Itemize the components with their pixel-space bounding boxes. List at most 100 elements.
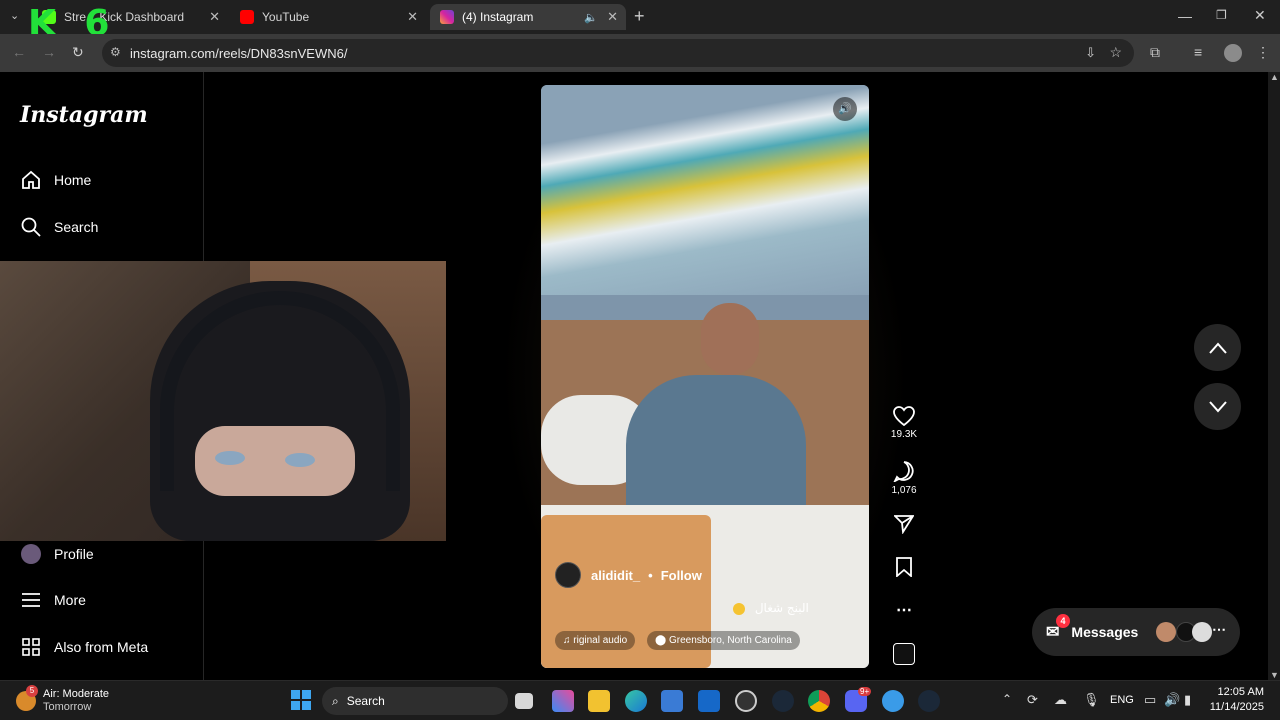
- weather-badge: 5: [26, 685, 38, 697]
- nav-home[interactable]: Home: [20, 168, 91, 192]
- profile-avatar-icon: [20, 544, 42, 564]
- copilot-icon[interactable]: [552, 690, 574, 712]
- nav-label: Profile: [54, 546, 94, 562]
- audio-thumbnail[interactable]: [886, 643, 922, 668]
- edge-icon[interactable]: [625, 690, 647, 712]
- messages-button[interactable]: ✉ 4 Messages ⋯: [1032, 608, 1240, 656]
- tab-title: (4) Instagram: [462, 10, 534, 24]
- nav-label: Search: [54, 219, 99, 235]
- profile-avatar[interactable]: [1224, 44, 1242, 62]
- address-bar[interactable]: ⚙ instagram.com/reels/DN83snVEWN6/ ⇩ ☆: [102, 39, 1134, 67]
- messenger-icon: ✉ 4: [1046, 614, 1070, 642]
- task-view-icon[interactable]: [515, 693, 533, 709]
- scroll-down-icon[interactable]: ▼: [1270, 670, 1279, 680]
- browser-menu-icon[interactable]: ⋮: [1256, 44, 1270, 61]
- clock-time[interactable]: 12:05 AM: [1210, 686, 1264, 698]
- nav-more[interactable]: More: [20, 588, 86, 612]
- chrome-icon[interactable]: [808, 690, 830, 712]
- more-options-action[interactable]: ⋯: [886, 600, 922, 620]
- reel-audio-chip[interactable]: ♫ riginal audio: [555, 631, 636, 650]
- onedrive-icon[interactable]: ☁: [1054, 692, 1067, 708]
- next-reel-button[interactable]: [1194, 383, 1241, 430]
- tray-overflow-icon[interactable]: ⌃: [1002, 692, 1012, 706]
- install-app-icon[interactable]: ⇩: [1085, 45, 1096, 61]
- site-info-icon[interactable]: ⚙: [110, 45, 121, 59]
- window-close-button[interactable]: ✕: [1254, 7, 1266, 24]
- scroll-up-icon[interactable]: ▲: [1270, 72, 1279, 82]
- instagram-logo[interactable]: Instagram: [20, 102, 148, 128]
- author-avatar[interactable]: [555, 562, 581, 588]
- author-username[interactable]: alididit_: [591, 568, 640, 583]
- file-explorer-icon[interactable]: [588, 690, 610, 712]
- like-action[interactable]: 19.3K: [886, 406, 922, 440]
- reel-author-row: alididit_ • Follow: [555, 562, 702, 588]
- new-tab-button[interactable]: +: [634, 6, 645, 27]
- tab-instagram[interactable]: (4) Instagram 🔈 ✕: [430, 4, 626, 30]
- share-action[interactable]: [886, 514, 922, 537]
- obs-icon[interactable]: [735, 690, 757, 712]
- messages-badge: 4: [1056, 614, 1070, 628]
- tab-youtube[interactable]: YouTube ✕: [230, 4, 426, 30]
- steam-icon-secondary[interactable]: [918, 690, 940, 712]
- minimize-button[interactable]: —: [1178, 8, 1192, 24]
- chevron-up-icon: [1208, 341, 1227, 354]
- audio-cover-icon: [893, 643, 915, 665]
- separator-dot: •: [648, 567, 653, 583]
- nav-search[interactable]: Search: [20, 215, 98, 239]
- taskbar-search[interactable]: ⌕ Search: [322, 687, 508, 715]
- nav-label: Home: [54, 172, 92, 188]
- reel-location-chip[interactable]: ⬤ Greensboro, North Carolina: [647, 631, 800, 650]
- language-indicator[interactable]: ENG: [1110, 694, 1134, 706]
- caption-text: البنج شغال: [754, 601, 809, 615]
- location-pin-icon: ⬤: [655, 635, 669, 646]
- discord-badge: 9+: [858, 687, 872, 696]
- nav-profile[interactable]: Profile: [20, 542, 94, 566]
- back-icon[interactable]: ←: [12, 44, 26, 60]
- reel-video[interactable]: 🔊 alididit_ • Follow البنج شغال ♫ rigina…: [541, 85, 869, 668]
- tab-close-icon[interactable]: ✕: [407, 9, 418, 25]
- nav-label: More: [54, 592, 86, 608]
- weather-subtitle: Tomorrow: [43, 701, 92, 713]
- message-avatar: [1156, 622, 1176, 642]
- reload-icon[interactable]: ↻: [72, 44, 84, 61]
- weather-widget[interactable]: 5 Air: Moderate Tomorrow: [16, 685, 136, 715]
- app-icon[interactable]: [882, 690, 904, 712]
- audio-playing-icon[interactable]: 🔈: [584, 11, 598, 24]
- battery-icon[interactable]: ▮: [1184, 692, 1191, 708]
- emoji-icon: [733, 602, 745, 615]
- tab-close-icon[interactable]: ✕: [607, 9, 618, 25]
- nav-also-from-meta[interactable]: Also from Meta: [20, 635, 148, 659]
- save-action[interactable]: [886, 557, 922, 580]
- network-icon[interactable]: ▭: [1144, 692, 1156, 708]
- bookmark-star-icon[interactable]: ☆: [1109, 44, 1122, 61]
- volume-icon[interactable]: 🔊: [833, 97, 857, 121]
- webcam-overlay: [0, 261, 446, 541]
- bookmark-icon: [896, 557, 912, 578]
- meta-apps-icon: [20, 637, 42, 657]
- media-control-icon[interactable]: ≡: [1194, 44, 1202, 60]
- sync-icon[interactable]: ⟳: [1027, 692, 1038, 708]
- location-text: Greensboro, North Carolina: [668, 635, 792, 646]
- forward-icon[interactable]: →: [42, 44, 56, 60]
- tab-close-icon[interactable]: ✕: [209, 9, 220, 25]
- steam-icon[interactable]: [772, 690, 794, 712]
- maximize-button[interactable]: ❐: [1216, 8, 1227, 22]
- previous-reel-button[interactable]: [1194, 324, 1241, 371]
- microphone-icon[interactable]: 🎙: [1083, 692, 1100, 708]
- volume-tray-icon[interactable]: 🔊: [1164, 692, 1180, 708]
- start-button[interactable]: [291, 690, 311, 710]
- share-icon: [892, 515, 915, 535]
- tab-list-chevron-icon[interactable]: ⌄: [10, 9, 19, 22]
- page-scrollbar[interactable]: ▲ ▼: [1268, 72, 1280, 680]
- windows-taskbar: 5 Air: Moderate Tomorrow ⌕ Search 9+ ⌃ ⟳…: [0, 680, 1280, 720]
- home-icon: [20, 170, 42, 190]
- extensions-icon[interactable]: ⧉: [1150, 44, 1160, 61]
- store-icon[interactable]: [661, 690, 683, 712]
- follow-button[interactable]: Follow: [661, 568, 702, 583]
- clock-date[interactable]: 11/14/2025: [1206, 701, 1264, 713]
- webcam-eye-right: [285, 453, 315, 467]
- outlook-icon[interactable]: [698, 690, 720, 712]
- comment-action[interactable]: 1,076: [886, 460, 922, 496]
- messages-label: Messages: [1071, 624, 1139, 640]
- reel-ceiling-painting: [541, 85, 869, 295]
